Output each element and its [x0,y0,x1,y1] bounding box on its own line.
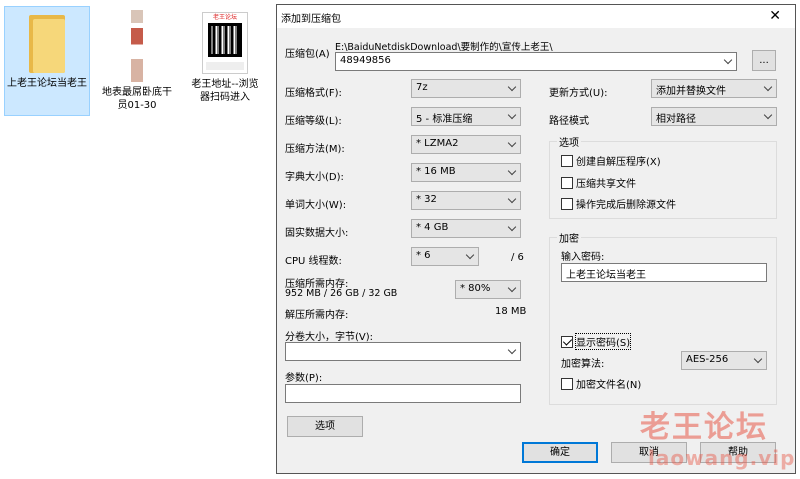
chevron-down-icon [753,354,763,364]
path-mode-label: 路径模式 [549,116,589,127]
chevron-down-icon [507,283,517,293]
archive-name-value: 48949856 [340,55,391,66]
update-select[interactable]: 添加并替换文件 [651,79,777,98]
desktop-icon-label: 上老王论坛当老王 [7,78,87,89]
decomp-label: 解压所需内存: [285,310,349,321]
encrypt-method-value: AES-256 [686,354,729,365]
mem-detail: 952 MB / 26 GB / 32 GB [285,288,398,299]
solid-select[interactable]: * 4 GB [411,219,521,238]
qr-title: 老王论坛 [212,14,237,21]
checkbox-checked-icon [561,335,573,348]
format-select[interactable]: 7z [411,79,521,98]
delete-label: 操作完成后删除源文件 [576,200,676,211]
sfx-checkbox[interactable]: 创建自解压程序(X) [561,153,661,168]
format-value: 7z [416,82,428,93]
image-thumbnail-icon [131,10,143,82]
update-label: 更新方式(U): [549,88,608,99]
solid-label: 固实数据大小: [285,228,349,239]
level-select[interactable]: 5 - 标准压缩 [411,107,521,126]
word-value: * 32 [416,194,437,205]
dict-value: * 16 MB [416,166,456,177]
chevron-down-icon [507,166,517,176]
options-group-title: 选项 [557,134,581,149]
delete-checkbox[interactable]: 操作完成后删除源文件 [561,196,676,211]
word-label: 单词大小(W): [285,200,347,211]
show-password-checkbox[interactable]: 显示密码(S) [561,333,632,350]
archive-path: E:\BaiduNetdiskDownload\要制作的\宣传上老王\ [335,42,553,53]
desktop-icon-folder[interactable]: 上老王论坛当老王 [4,6,90,116]
split-combo[interactable] [285,342,521,361]
chevron-down-icon [507,138,517,148]
shared-checkbox[interactable]: 压缩共享文件 [561,175,636,190]
desktop-icon-qr-image[interactable]: 老王论坛 老王地址--浏览器扫码进入 [186,6,264,116]
password-input[interactable]: 上老王论坛当老王 [561,263,767,282]
checkbox-icon [561,377,573,390]
params-label: 参数(P): [285,373,323,384]
close-icon[interactable]: ✕ [769,7,781,25]
mem-select[interactable]: * 80% [455,280,521,299]
chevron-down-icon [763,82,773,92]
checkbox-icon [561,176,573,189]
chevron-down-icon [507,194,517,204]
folder-icon [29,13,65,73]
params-input[interactable] [285,384,521,403]
threads-value: * 6 [416,250,431,261]
split-label: 分卷大小，字节(V): [285,332,374,343]
path-mode-value: 相对路径 [656,114,696,125]
chevron-down-icon [507,110,517,120]
level-label: 压缩等级(L): [285,116,342,127]
mem-value: * 80% [460,283,491,294]
dict-label: 字典大小(D): [285,172,344,183]
encrypt-method-label: 加密算法: [561,359,605,370]
shared-label: 压缩共享文件 [576,179,636,190]
chevron-down-icon [465,250,475,260]
encrypt-group-title: 加密 [557,230,581,245]
archive-label: 压缩包(A) [285,49,330,60]
threads-select[interactable]: * 6 [411,247,479,266]
path-mode-select[interactable]: 相对路径 [651,107,777,126]
chevron-down-icon [763,110,773,120]
format-label: 压缩格式(F): [285,88,342,99]
checkbox-icon [561,154,573,167]
sfx-label: 创建自解压程序(X) [576,157,661,168]
checkbox-icon [561,197,573,210]
encrypt-names-checkbox[interactable]: 加密文件名(N) [561,376,641,391]
chevron-down-icon [507,82,517,92]
method-value: * LZMA2 [416,138,459,149]
desktop-icon-image-file[interactable]: 地表最屌卧底干员01-30 [98,6,176,116]
chevron-down-icon [507,345,517,355]
desktop-icon-label: 地表最屌卧底干员01-30 [102,87,172,111]
encrypt-method-select[interactable]: AES-256 [681,351,767,370]
threads-label: CPU 线程数: [285,256,342,267]
watermark-text: 老王论坛 [640,410,768,445]
decomp-value: 18 MB [495,306,527,317]
options-button[interactable]: 选项 [287,416,363,437]
threads-max: / 6 [511,252,524,263]
level-value: 5 - 标准压缩 [416,114,473,125]
update-value: 添加并替换文件 [656,86,726,97]
show-password-label: 显示密码(S) [574,333,632,350]
title-bar: 添加到压缩包 ✕ [277,5,795,28]
dict-select[interactable]: * 16 MB [411,163,521,182]
method-select[interactable]: * LZMA2 [411,135,521,154]
encrypt-names-label: 加密文件名(N) [576,380,642,391]
word-select[interactable]: * 32 [411,191,521,210]
archive-name-combo[interactable]: 48949856 [335,52,737,71]
dialog-title: 添加到压缩包 [281,14,341,25]
chevron-down-icon [507,222,517,232]
desktop-icon-label: 老王地址--浏览器扫码进入 [191,79,259,103]
qr-code-icon: 老王论坛 [202,12,248,74]
watermark-url: laowang.vip [648,446,796,470]
ok-button[interactable]: 确定 [522,442,598,463]
method-label: 压缩方法(M): [285,144,345,155]
browse-button[interactable]: ... [752,50,776,71]
chevron-down-icon [723,55,733,65]
password-label: 输入密码: [561,252,605,263]
solid-value: * 4 GB [416,222,449,233]
